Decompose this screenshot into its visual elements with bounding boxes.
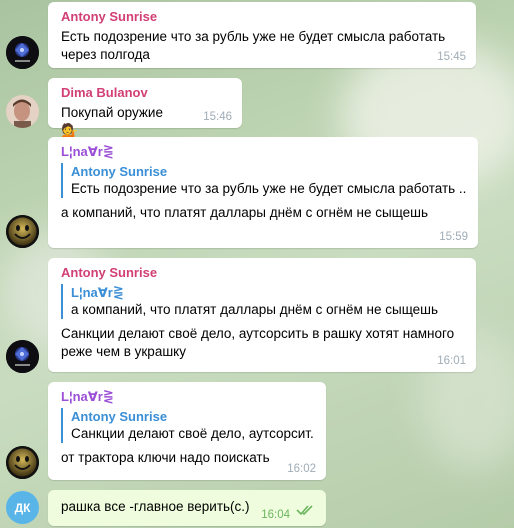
double-check-icon [296,503,316,521]
message-text: Санкции делают своё дело, аутсорсить в р… [61,325,464,361]
message-line: Санкции делают своё дело, аутсорсить в р… [61,326,455,341]
smiley-avatar-icon[interactable] [6,446,39,479]
message-bubble[interactable]: Antony Sunrise L¦na∀r⋛ а компаний, что п… [48,258,476,372]
message-text: от трактора ключи надо поискать [61,450,270,465]
reply-text: Есть подозрение что за рубль уже не буде… [71,181,466,196]
message-time: 15:46 [203,111,232,123]
reply-sender: Antony Sunrise [71,164,168,179]
message-line: реже чем в украшку [61,344,186,359]
message-time: 16:01 [437,355,466,367]
message-bubble[interactable]: Dima Bulanov Покупай оружие 💁 15:46 [48,78,242,139]
antony-avatar-icon[interactable] [6,340,39,373]
message-time: 16:02 [287,463,316,475]
smiley-avatar-icon[interactable] [6,215,39,248]
message-bubble-own[interactable]: рашка все -главное верить(с.) 16:04 [48,490,326,526]
reply-quote[interactable]: Antony Sunrise Санкции делают своё дело,… [61,408,314,443]
message-time: 15:59 [439,231,468,243]
sender-name[interactable]: Antony Sunrise [61,264,464,281]
sender-name[interactable]: Dima Bulanov [61,84,230,101]
message-line: Покупай оружие [61,105,163,120]
reply-text: Санкции делают своё дело, аутсорсит... [71,426,314,441]
sender-name[interactable]: L¦na∀r⋛ [61,388,314,405]
reply-quote[interactable]: Antony Sunrise Есть подозрение что за ру… [61,163,466,198]
message-time: 15:45 [437,51,466,63]
message-text: Есть подозрение что за рубль уже не буде… [61,28,464,64]
user-initials-avatar[interactable]: ДК [6,491,39,524]
reply-sender: L¦na∀r⋛ [71,285,124,300]
sender-name[interactable]: L¦na∀r⋛ [61,143,466,160]
reply-text: а компаний, что платят даллары днём с ог… [71,302,439,317]
antony-avatar-icon[interactable] [6,36,39,69]
message-bubble[interactable]: L¦na∀r⋛ Antony Sunrise Санкции делают св… [48,382,326,480]
dima-avatar-icon[interactable] [6,95,39,128]
message-text: а компаний, что платят даллары днём с ог… [61,205,429,220]
message-line: через полгода [61,47,150,62]
reply-sender: Antony Sunrise [71,409,168,424]
message-line: Есть подозрение что за рубль уже не буде… [61,29,446,44]
message-bubble[interactable]: L¦na∀r⋛ Antony Sunrise Есть подозрение ч… [48,137,478,248]
message-time: 16:04 [261,509,290,521]
sender-name[interactable]: Antony Sunrise [61,8,464,25]
message-bubble[interactable]: Antony Sunrise Есть подозрение что за ру… [48,2,476,68]
reply-quote[interactable]: L¦na∀r⋛ а компаний, что платят даллары д… [61,284,464,319]
